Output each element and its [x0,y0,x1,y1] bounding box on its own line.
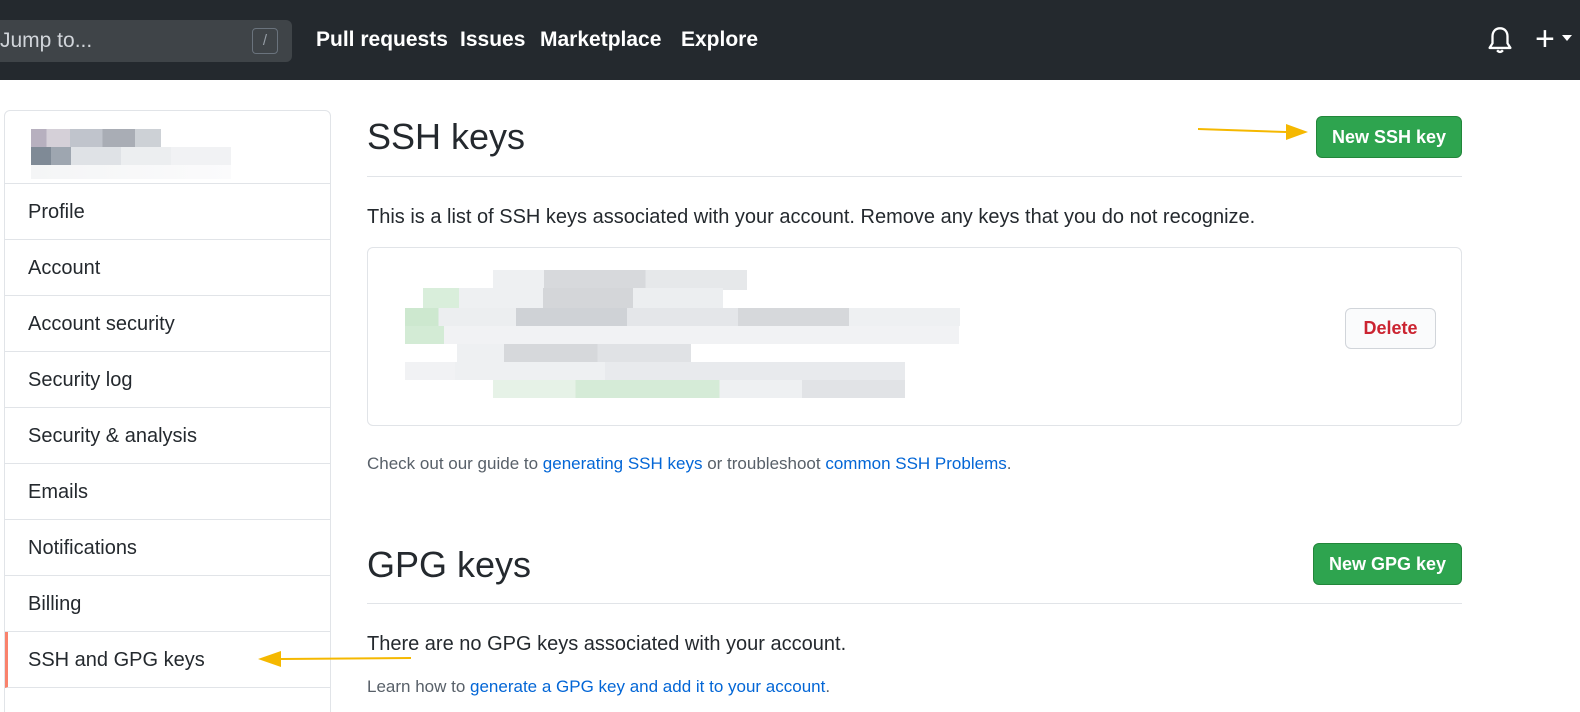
gpg-heading-divider [367,603,1462,604]
sidebar-item-account-security[interactable]: Account security [5,296,330,352]
ssh-key-details-blurred [405,270,960,420]
gpg-learn-text: Learn how to generate a GPG key and add … [367,677,830,697]
ssh-guide-middle: or troubleshoot [702,454,826,473]
plus-icon[interactable]: + [1535,22,1555,56]
search-shortcut-key: / [252,28,278,54]
ssh-key-entry [367,247,1462,426]
nav-issues[interactable]: Issues [460,28,525,52]
nav-pull-requests[interactable]: Pull requests [316,28,448,52]
sidebar-item-profile[interactable]: Profile [5,184,330,240]
sidebar-item-notifications[interactable]: Notifications [5,520,330,576]
common-ssh-problems-link[interactable]: common SSH Problems [825,454,1006,473]
bell-icon[interactable] [1486,26,1514,56]
sidebar-item-security-log[interactable]: Security log [5,352,330,408]
search-placeholder: Jump to... [0,29,93,52]
nav-marketplace[interactable]: Marketplace [540,28,661,52]
chevron-down-icon[interactable] [1562,35,1572,41]
generate-gpg-key-link[interactable]: generate a GPG key and add it to your ac… [470,677,825,696]
ssh-keys-heading: SSH keys [367,116,526,157]
gpg-learn-suffix: . [825,677,831,696]
global-header: Jump to... / Pull requests Issues Market… [0,0,1580,80]
delete-ssh-key-button[interactable]: Delete [1345,308,1436,349]
ssh-heading-divider [367,176,1462,177]
sidebar-item-billing[interactable]: Billing [5,576,330,632]
sidebar-item-emails[interactable]: Emails [5,464,330,520]
new-gpg-key-button[interactable]: New GPG key [1313,543,1462,585]
generating-ssh-keys-link[interactable]: generating SSH keys [543,454,703,473]
ssh-description: This is a list of SSH keys associated wi… [367,206,1256,228]
ssh-guide-prefix: Check out our guide to [367,454,543,473]
ssh-guide-text: Check out our guide to generating SSH ke… [367,454,1011,474]
new-ssh-key-button[interactable]: New SSH key [1316,116,1462,158]
sidebar-item-security-analysis[interactable]: Security & analysis [5,408,330,464]
annotation-arrow-ssh-gpg-keys [258,651,411,667]
settings-sidebar: Profile Account Account security Securit… [4,110,331,712]
ssh-guide-suffix: . [1006,454,1012,473]
gpg-learn-prefix: Learn how to [367,677,471,696]
gpg-empty-text: There are no GPG keys associated with yo… [367,633,847,655]
search-input[interactable]: Jump to... / [0,20,292,62]
nav-explore[interactable]: Explore [681,28,758,52]
gpg-keys-heading: GPG keys [367,544,532,585]
sidebar-item-account[interactable]: Account [5,240,330,296]
annotation-arrow-new-ssh-key [1198,124,1308,140]
user-identity-blurred [5,111,330,184]
